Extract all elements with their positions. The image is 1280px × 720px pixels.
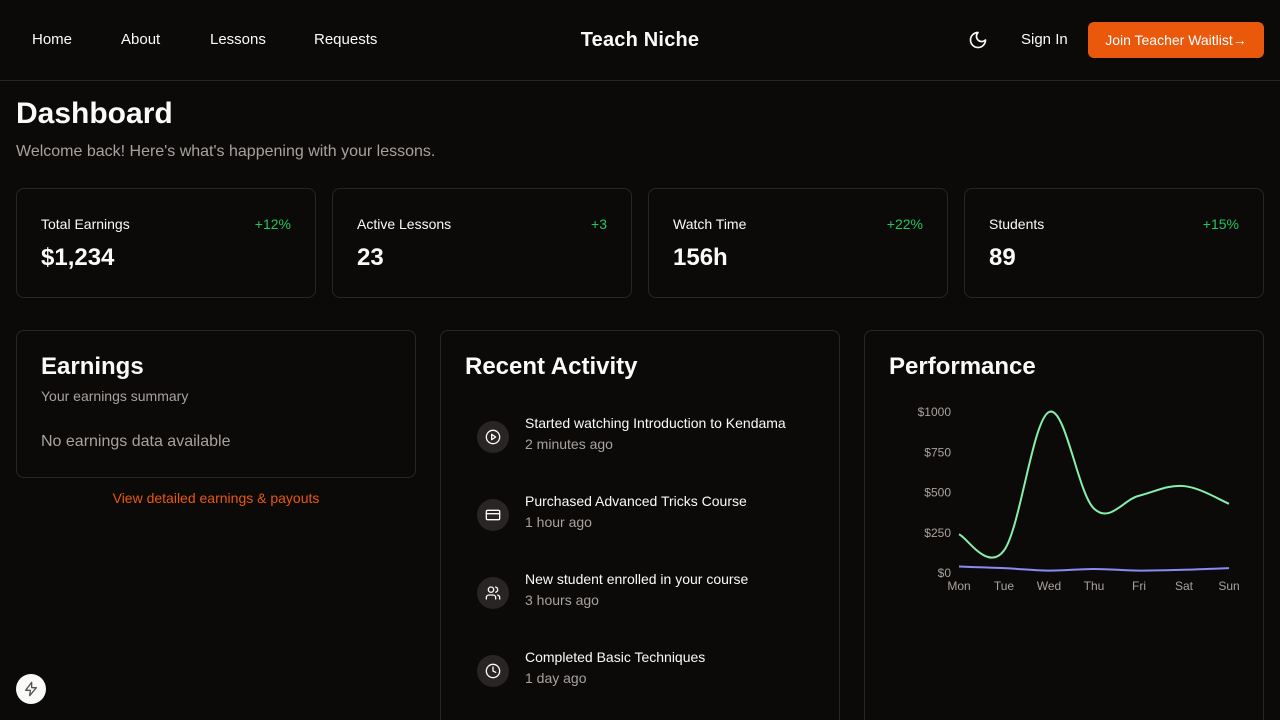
activity-time: 2 minutes ago xyxy=(525,436,613,452)
x-tick-label: Sat xyxy=(1175,579,1194,593)
stat-change: +12% xyxy=(254,216,291,232)
stat-label: Watch Time xyxy=(673,216,747,232)
x-tick-label: Fri xyxy=(1132,579,1146,593)
y-tick-label: $0 xyxy=(938,566,952,580)
y-tick-label: $250 xyxy=(924,526,951,540)
view-earnings-payouts-link[interactable]: View detailed earnings & payouts xyxy=(16,490,416,506)
recent-activity-title: Recent Activity xyxy=(465,353,638,380)
nav-home-link[interactable]: Home xyxy=(32,31,72,49)
stat-change: +15% xyxy=(1202,216,1239,232)
stat-label: Active Lessons xyxy=(357,216,452,232)
stat-value: 156h xyxy=(673,244,728,271)
stat-value: 23 xyxy=(357,244,384,271)
nav-about-link[interactable]: About xyxy=(121,31,160,49)
activity-item: Completed Basic Techniques 1 day ago xyxy=(465,648,825,698)
activity-item: New student enrolled in your course 3 ho… xyxy=(465,570,825,620)
page-title: Dashboard xyxy=(16,97,173,130)
y-tick-label: $500 xyxy=(924,486,951,500)
stat-card-active-lessons: Active Lessons +3 23 xyxy=(332,188,632,298)
activity-time: 1 day ago xyxy=(525,670,587,686)
brand-logo-text[interactable]: Teach Niche xyxy=(581,29,700,51)
dev-tools-badge-button[interactable] xyxy=(16,674,46,704)
stat-card-students: Students +15% 89 xyxy=(964,188,1264,298)
page-subtitle: Welcome back! Here's what's happening wi… xyxy=(16,143,436,160)
recent-activity-panel: Recent Activity Started watching Introdu… xyxy=(440,330,840,720)
stat-change: +3 xyxy=(591,216,607,232)
series-line-1 xyxy=(958,410,1230,559)
credit-card-icon xyxy=(485,509,501,521)
nav-requests-link[interactable]: Requests xyxy=(314,31,377,49)
stat-value: $1,234 xyxy=(41,244,115,271)
activity-time: 1 hour ago xyxy=(525,514,592,530)
join-teacher-waitlist-button[interactable]: Join Teacher Waitlist→ xyxy=(1088,22,1264,58)
series-line-2 xyxy=(958,565,1230,572)
stat-card-total-earnings: Total Earnings +12% $1,234 xyxy=(16,188,316,298)
play-circle-icon xyxy=(485,429,501,445)
x-tick-label: Wed xyxy=(1037,579,1061,593)
top-navigation-bar: Home About Lessons Requests Teach Niche … xyxy=(0,0,1280,81)
nav-lessons-link[interactable]: Lessons xyxy=(210,31,266,49)
earnings-title: Earnings xyxy=(41,353,144,380)
earnings-subtitle: Your earnings summary xyxy=(41,388,189,404)
x-tick-label: Thu xyxy=(1084,579,1105,593)
theme-toggle-button[interactable] xyxy=(964,26,992,54)
y-tick-label: $750 xyxy=(924,445,951,459)
earnings-empty-message: No earnings data available xyxy=(41,433,231,450)
x-tick-label: Mon xyxy=(947,579,970,593)
activity-time: 3 hours ago xyxy=(525,592,599,608)
stat-label: Students xyxy=(989,216,1045,232)
stat-label: Total Earnings xyxy=(41,216,130,232)
activity-text: New student enrolled in your course xyxy=(525,571,749,587)
clock-icon xyxy=(485,663,501,679)
moon-icon xyxy=(969,31,987,49)
users-icon xyxy=(485,586,501,600)
stat-value: 89 xyxy=(989,244,1016,271)
activity-text: Purchased Advanced Tricks Course xyxy=(525,493,747,509)
activity-item: Purchased Advanced Tricks Course 1 hour … xyxy=(465,492,825,542)
stat-card-watch-time: Watch Time +22% 156h xyxy=(648,188,948,298)
sign-in-link[interactable]: Sign In xyxy=(1021,31,1068,49)
activity-text: Started watching Introduction to Kendama xyxy=(525,415,786,431)
x-tick-label: Sun xyxy=(1218,579,1239,593)
x-tick-label: Tue xyxy=(994,579,1015,593)
activity-text: Completed Basic Techniques xyxy=(525,649,706,665)
earnings-panel: Earnings Your earnings summary No earnin… xyxy=(16,330,416,478)
y-tick-label: $1000 xyxy=(918,405,952,419)
stat-change: +22% xyxy=(886,216,923,232)
lightning-icon xyxy=(25,681,37,697)
performance-line-chart: $0 $250 $500 $750 $1000 Mon Tue Wed Thu Fri Sat Sun xyxy=(918,405,1240,593)
activity-item: Started watching Introduction to Kendama… xyxy=(465,414,825,464)
performance-panel: Performance $0 $250 $500 $750 $1000 Mon Tue Wed… xyxy=(864,330,1264,720)
